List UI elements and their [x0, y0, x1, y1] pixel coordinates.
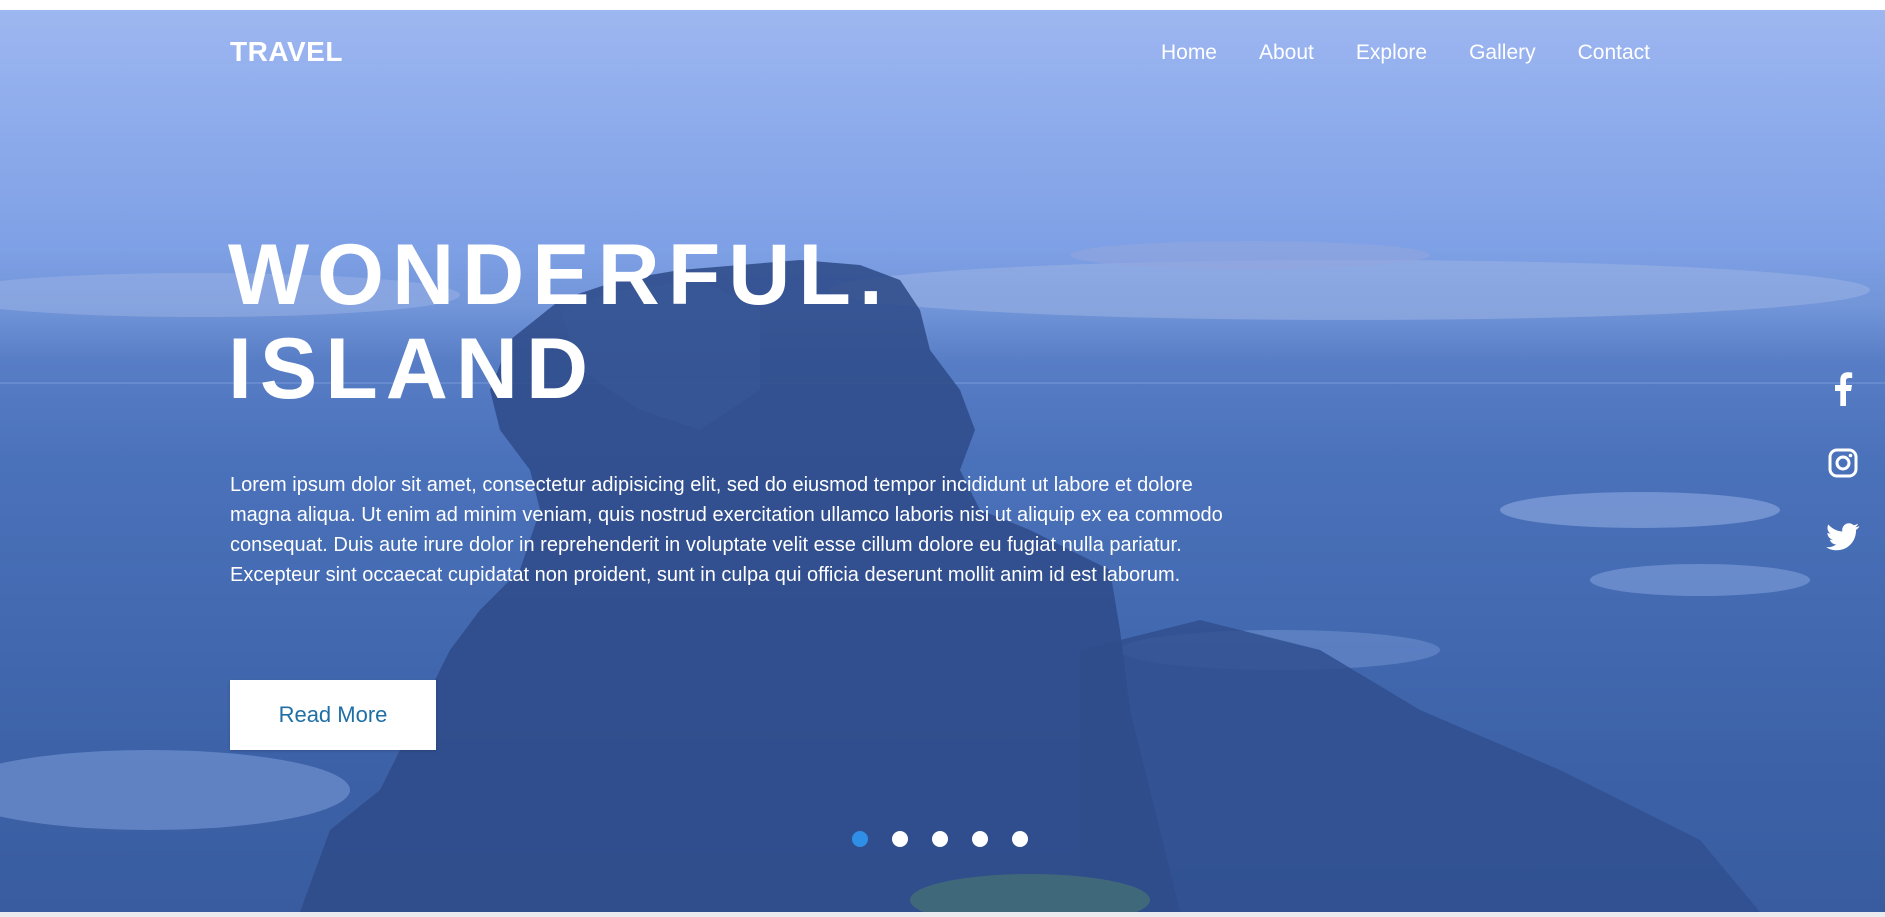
logo[interactable]: TRAVEL [230, 36, 343, 68]
main-nav: Home About Explore Gallery Contact [1161, 41, 1650, 65]
carousel-dot-5[interactable] [1012, 831, 1028, 847]
bottom-strip [0, 912, 1885, 917]
facebook-icon[interactable] [1826, 372, 1860, 406]
carousel-dot-3[interactable] [932, 831, 948, 847]
carousel-dot-1[interactable] [852, 831, 868, 847]
nav-link-explore[interactable]: Explore [1356, 41, 1427, 65]
hero-section: TRAVEL Home About Explore Gallery Contac… [0, 10, 1885, 912]
nav-link-gallery[interactable]: Gallery [1469, 41, 1536, 65]
read-more-button[interactable]: Read More [230, 680, 436, 750]
instagram-icon[interactable] [1826, 446, 1860, 480]
nav-link-home[interactable]: Home [1161, 41, 1217, 65]
social-links [1826, 372, 1860, 554]
carousel-dot-4[interactable] [972, 831, 988, 847]
carousel-dots [852, 831, 1028, 847]
nav-link-contact[interactable]: Contact [1578, 41, 1650, 65]
carousel-dot-2[interactable] [892, 831, 908, 847]
hero-description: Lorem ipsum dolor sit amet, consectetur … [230, 474, 1223, 586]
hero-overlay [0, 10, 1885, 912]
top-strip [0, 0, 1885, 10]
hero-title-line-1: WONDERFUL. [228, 227, 891, 323]
nav-link-about[interactable]: About [1259, 41, 1314, 65]
twitter-icon[interactable] [1826, 520, 1860, 554]
hero-title: WONDERFUL. ISLAND [228, 228, 891, 416]
hero-title-line-2: ISLAND [228, 321, 597, 417]
